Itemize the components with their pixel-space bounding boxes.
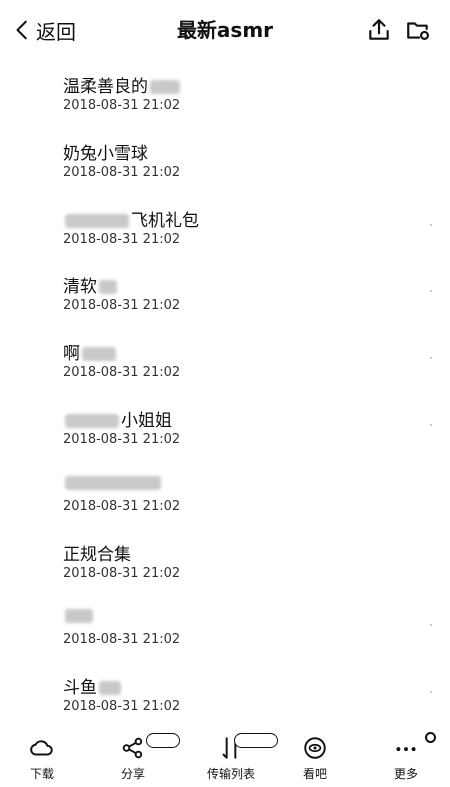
file-name: 奶兔小雪球 <box>63 143 148 164</box>
transfer-badge <box>234 733 278 748</box>
eye-icon <box>277 734 353 762</box>
file-date: 2018-08-31 21:02 <box>63 365 181 381</box>
redacted-text <box>150 80 180 94</box>
back-label: 返回 <box>36 19 76 44</box>
tab-kanba[interactable]: 看吧 <box>277 734 353 784</box>
tab-label: 传输列表 <box>206 767 255 781</box>
file-date: 2018-08-31 21:02 <box>63 699 181 715</box>
tab-label: 分享 <box>120 767 145 781</box>
redacted-text <box>99 681 121 696</box>
file-date: 2018-08-31 21:02 <box>63 431 181 447</box>
folder-settings-button[interactable] <box>402 14 434 46</box>
redacted-text <box>82 347 116 362</box>
redacted-text <box>65 213 129 228</box>
list-item[interactable]: 清软 2018-08-31 21:02 <box>0 264 450 331</box>
list-item[interactable]: 飞机礼包 2018-08-31 21:02 <box>0 198 450 265</box>
file-date: 2018-08-31 21:02 <box>63 632 181 648</box>
file-name: 温柔善良的 <box>63 72 182 97</box>
file-name: 小姐姐 <box>63 406 172 431</box>
separator-dot <box>430 423 432 426</box>
file-name: 正规合集 <box>63 544 131 565</box>
separator-dot <box>430 223 432 226</box>
list-item[interactable]: 2018-08-31 21:02 <box>0 598 450 665</box>
back-button[interactable]: 返回 <box>12 14 76 46</box>
redacted-text <box>65 475 161 490</box>
file-date: 2018-08-31 21:02 <box>63 298 181 314</box>
file-list: 温柔善良的 2018-08-31 21:02 奶兔小雪球 2018-08-31 … <box>0 64 450 732</box>
separator-dot <box>430 691 432 694</box>
folder-settings-icon <box>407 22 430 40</box>
bottom-tab-bar: 下载 分享 传输列表 看吧 更多 <box>0 722 450 787</box>
list-item[interactable]: 啊 2018-08-31 21:02 <box>0 331 450 398</box>
list-item[interactable]: 正规合集 2018-08-31 21:02 <box>0 532 450 599</box>
separator-dot <box>430 357 432 360</box>
top-nav-bar: 返回 最新asmr <box>0 0 450 60</box>
list-item[interactable]: 温柔善良的 2018-08-31 21:02 <box>0 64 450 131</box>
upload-button[interactable] <box>363 14 395 46</box>
cloud-download-icon <box>4 734 80 762</box>
upload-icon <box>369 19 389 40</box>
file-date: 2018-08-31 21:02 <box>63 231 181 247</box>
file-date: 2018-08-31 21:02 <box>63 98 181 113</box>
redacted-text <box>99 280 117 295</box>
redacted-text <box>65 609 93 624</box>
more-notification-dot <box>425 732 436 743</box>
file-name <box>63 473 163 493</box>
list-item[interactable]: 2018-08-31 21:02 <box>0 465 450 532</box>
file-date: 2018-08-31 21:02 <box>63 565 181 581</box>
file-name: 啊 <box>63 339 118 364</box>
file-name: 斗鱼 <box>63 673 123 698</box>
list-item[interactable]: 奶兔小雪球 2018-08-31 21:02 <box>0 131 450 198</box>
tab-label: 更多 <box>393 767 418 781</box>
separator-dot <box>430 290 432 293</box>
share-badge <box>146 733 180 748</box>
tab-label: 下载 <box>29 767 54 781</box>
file-name: 飞机礼包 <box>63 206 199 231</box>
file-date: 2018-08-31 21:02 <box>63 498 181 514</box>
list-item[interactable]: 小姐姐 2018-08-31 21:02 <box>0 398 450 465</box>
chevron-left-icon <box>16 20 27 40</box>
tab-download[interactable]: 下载 <box>4 734 80 784</box>
tab-label: 看吧 <box>302 767 327 781</box>
file-name: 清软 <box>63 272 119 297</box>
redacted-text <box>65 413 119 428</box>
separator-dot <box>430 624 432 627</box>
file-name <box>63 606 95 626</box>
file-date: 2018-08-31 21:02 <box>63 164 181 180</box>
